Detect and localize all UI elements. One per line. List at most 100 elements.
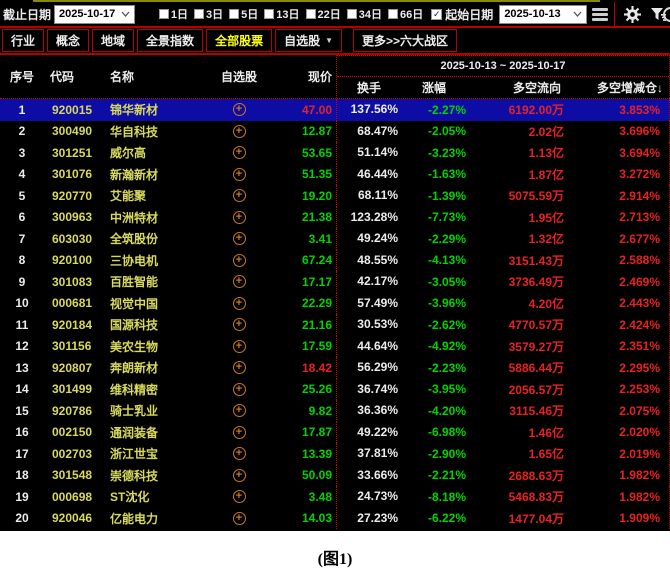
start-date-dropdown[interactable]: 2025-10-13: [499, 5, 587, 24]
checkbox-icon[interactable]: [229, 9, 239, 19]
header-position-delta-sorted[interactable]: 多空增减仓↓: [571, 79, 667, 96]
table-row[interactable]: 11920184国源科技+21.1630.53%-2.62%4770.57万2.…: [0, 314, 670, 336]
table-row[interactable]: 16002150通润装备+17.8749.22%-6.98%1.46亿2.020…: [0, 422, 670, 444]
add-to-watchlist-button[interactable]: +: [233, 275, 246, 288]
table-row[interactable]: 13920807奔朗新材+18.4256.29%-2.23%5886.44万2.…: [0, 357, 670, 379]
cell-watchlist: +: [218, 512, 260, 525]
table-row[interactable]: 9301083百胜智能+17.1742.17%-3.05%3736.49万2.4…: [0, 271, 670, 293]
table-row[interactable]: 20920046亿能电力+14.0327.23%-6.22%1477.04万1.…: [0, 508, 670, 530]
table-row[interactable]: 8920100三协电机+67.2448.55%-4.13%3151.43万2.5…: [0, 250, 670, 272]
day-checkboxes: 1日 3日 5日 13日 22日 34日 66日: [159, 6, 423, 22]
end-date-dropdown[interactable]: 2025-10-17: [54, 5, 135, 24]
header-flow[interactable]: 多空流向: [467, 79, 571, 96]
day-checkbox-66日[interactable]: 66日: [388, 6, 423, 22]
cell-turnover: 123.28%: [336, 207, 400, 229]
cell-flow: 2.02亿: [466, 123, 570, 140]
add-to-watchlist-button[interactable]: +: [233, 146, 246, 159]
tab-label: 地域: [101, 32, 125, 49]
add-to-watchlist-button[interactable]: +: [233, 297, 246, 310]
table-header-left: 序号 代码 名称 自选股 现价: [0, 55, 336, 98]
cell-position-delta: 2.351%: [570, 339, 666, 353]
add-to-watchlist-button[interactable]: +: [233, 447, 246, 460]
add-to-watchlist-button[interactable]: +: [233, 211, 246, 224]
day-checkbox-13日[interactable]: 13日: [264, 6, 299, 22]
checkbox-icon[interactable]: [347, 9, 357, 19]
add-to-watchlist-button[interactable]: +: [233, 512, 246, 525]
cell-change: -4.92%: [400, 339, 466, 353]
table-row[interactable]: 7603030全筑股份+3.4149.24%-2.29%1.32亿2.677%: [0, 228, 670, 250]
add-to-watchlist-button[interactable]: +: [233, 254, 246, 267]
cell-flow: 5886.44万: [466, 359, 570, 376]
add-to-watchlist-button[interactable]: +: [233, 103, 246, 116]
table-row[interactable]: 17002703浙江世宝+13.3937.81%-2.90%1.65亿2.019…: [0, 443, 670, 465]
table-row[interactable]: 10000681视觉中国+22.2957.49%-3.96%4.20亿2.443…: [0, 293, 670, 315]
add-to-watchlist-button[interactable]: +: [233, 404, 246, 417]
checkbox-icon[interactable]: [306, 9, 316, 19]
start-date-checkbox[interactable]: ✓: [431, 9, 442, 20]
cell-code: 000681: [44, 296, 106, 310]
table-row[interactable]: 2300490华自科技+12.8768.47%-2.05%2.02亿3.696%: [0, 121, 670, 143]
cell-flow: 6192.00万: [466, 101, 570, 118]
cell-turnover: 57.49%: [336, 293, 400, 315]
add-to-watchlist-button[interactable]: +: [233, 469, 246, 482]
add-to-watchlist-button[interactable]: +: [233, 361, 246, 374]
table-row[interactable]: 14301499维科精密+25.2636.74%-3.95%2056.57万2.…: [0, 379, 670, 401]
tab-行业[interactable]: 行业: [2, 29, 44, 52]
tab-概念[interactable]: 概念: [47, 29, 89, 52]
header-seq[interactable]: 序号: [0, 68, 44, 85]
checkbox-icon[interactable]: [194, 9, 204, 19]
day-checkbox-1日[interactable]: 1日: [159, 6, 188, 22]
cell-name: 锦华新材: [106, 101, 218, 118]
table-row[interactable]: 19000698ST沈化+3.4824.73%-8.18%5468.83万1.9…: [0, 486, 670, 508]
cell-turnover: 30.53%: [336, 314, 400, 336]
cell-turnover: 68.47%: [336, 121, 400, 143]
cell-flow: 1477.04万: [466, 510, 570, 527]
cell-seq: 13: [0, 361, 44, 375]
cell-change: -2.90%: [400, 447, 466, 461]
day-checkbox-34日[interactable]: 34日: [347, 6, 382, 22]
add-to-watchlist-button[interactable]: +: [233, 125, 246, 138]
add-to-watchlist-button[interactable]: +: [233, 168, 246, 181]
tab-更多>>六大战区[interactable]: 更多>>六大战区: [353, 29, 457, 52]
cell-change: -4.20%: [400, 404, 466, 418]
add-to-watchlist-button[interactable]: +: [233, 426, 246, 439]
add-to-watchlist-button[interactable]: +: [233, 318, 246, 331]
add-to-watchlist-button[interactable]: +: [233, 490, 246, 503]
add-to-watchlist-button[interactable]: +: [233, 189, 246, 202]
table-row[interactable]: 12301156美农生物+17.5944.64%-4.92%3579.27万2.…: [0, 336, 670, 358]
table-row[interactable]: 18301548崇德科技+50.0933.66%-2.21%2688.63万1.…: [0, 465, 670, 487]
tab-全部股票[interactable]: 全部股票: [206, 29, 272, 52]
cell-watchlist: +: [218, 447, 260, 460]
gear-icon[interactable]: [624, 6, 641, 23]
day-checkbox-3日[interactable]: 3日: [194, 6, 223, 22]
header-change[interactable]: 涨幅: [401, 79, 467, 96]
header-name[interactable]: 名称: [106, 68, 218, 85]
checkbox-icon[interactable]: [159, 9, 169, 19]
header-watchlist[interactable]: 自选股: [218, 68, 260, 85]
checkbox-icon[interactable]: [388, 9, 398, 19]
header-price[interactable]: 现价: [260, 68, 336, 85]
add-to-watchlist-button[interactable]: +: [233, 232, 246, 245]
table-row[interactable]: 1920015锦华新材+47.00137.56%-2.27%6192.00万3.…: [0, 99, 670, 121]
cell-price: 18.42: [260, 361, 336, 375]
header-code[interactable]: 代码: [44, 68, 106, 85]
caption-area: (图1): [0, 531, 670, 583]
cell-seq: 15: [0, 404, 44, 418]
table-row[interactable]: 6300963中洲特材+21.38123.28%-7.73%1.95亿2.713…: [0, 207, 670, 229]
tab-地域[interactable]: 地域: [92, 29, 134, 52]
table-row[interactable]: 3301251威尔高+53.6551.14%-3.23%1.13亿3.694%: [0, 142, 670, 164]
cell-position-delta: 3.696%: [570, 124, 666, 138]
table-row[interactable]: 15920786骑士乳业+9.8236.36%-4.20%3115.46万2.0…: [0, 400, 670, 422]
add-to-watchlist-button[interactable]: +: [233, 383, 246, 396]
day-checkbox-22日[interactable]: 22日: [306, 6, 341, 22]
day-checkbox-5日[interactable]: 5日: [229, 6, 258, 22]
tab-全景指数[interactable]: 全景指数: [137, 29, 203, 52]
list-icon[interactable]: [592, 8, 608, 21]
cell-code: 920015: [44, 103, 106, 117]
checkbox-icon[interactable]: [264, 9, 274, 19]
table-row[interactable]: 5920770艾能聚+19.2068.11%-1.39%5075.59万2.91…: [0, 185, 670, 207]
header-turnover[interactable]: 换手: [337, 79, 401, 96]
add-to-watchlist-button[interactable]: +: [233, 340, 246, 353]
table-row[interactable]: 4301076新瀚新材+51.3546.44%-1.63%1.87亿3.272%: [0, 164, 670, 186]
tab-自选股[interactable]: 自选股▼: [275, 29, 342, 52]
